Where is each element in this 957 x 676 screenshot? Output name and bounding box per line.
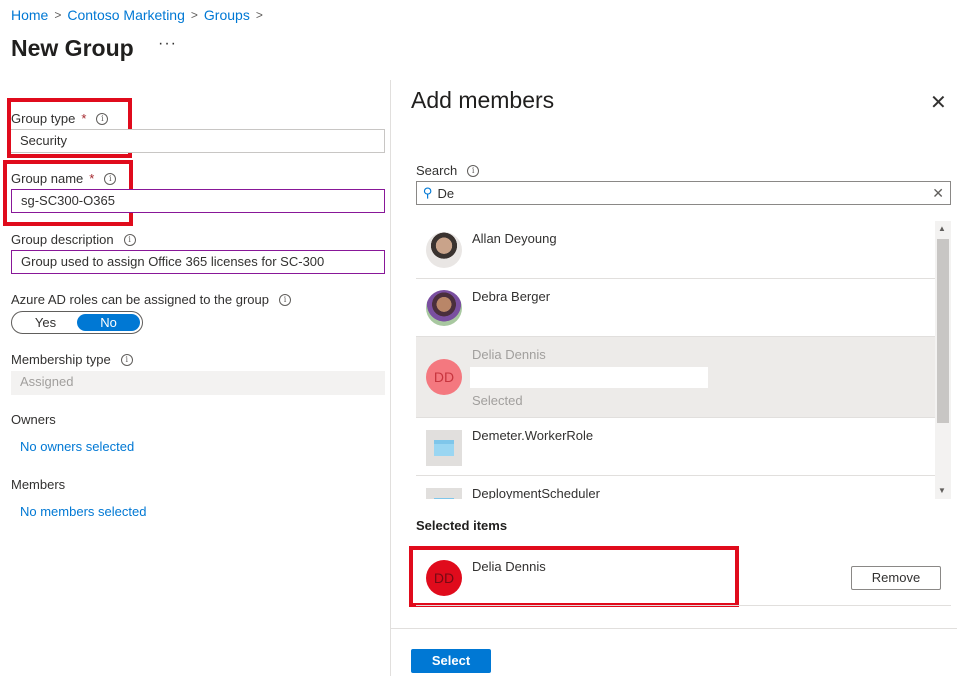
- members-label: Members: [11, 477, 66, 492]
- avatar: DD: [426, 560, 462, 596]
- results-scrollbar[interactable]: ▲ ▼: [935, 221, 951, 499]
- result-name: Allan Deyoung: [472, 231, 557, 246]
- panel-title: Add members: [411, 87, 555, 113]
- membership-type-select: Assigned: [11, 371, 385, 395]
- search-icon: ⚲: [423, 185, 433, 200]
- scroll-down-icon[interactable]: ▼: [938, 486, 946, 495]
- chevron-right-icon: >: [255, 8, 263, 22]
- group-name-label: Group name * i: [11, 171, 117, 186]
- breadcrumb-home[interactable]: Home: [11, 7, 48, 23]
- group-type-select[interactable]: Security: [11, 129, 385, 153]
- list-item-selected[interactable]: DD Delia Dennis Selected: [416, 337, 935, 418]
- app-icon: [426, 430, 462, 466]
- avatar: [426, 232, 462, 268]
- result-detail-blank: [470, 367, 708, 388]
- group-type-label: Group type * i: [11, 111, 109, 126]
- panel-divider: [390, 80, 391, 676]
- info-icon[interactable]: i: [104, 172, 117, 185]
- info-icon[interactable]: i: [279, 293, 291, 306]
- search-label: Search i: [416, 163, 480, 178]
- azure-ad-roles-toggle[interactable]: Yes No: [11, 311, 143, 334]
- clear-search-icon[interactable]: ✕: [932, 185, 944, 202]
- breadcrumb-groups[interactable]: Groups: [204, 7, 250, 23]
- result-name: Delia Dennis: [472, 347, 546, 362]
- list-item[interactable]: Debra Berger: [416, 279, 935, 337]
- no-owners-selected-link[interactable]: No owners selected: [20, 439, 134, 454]
- group-description-input[interactable]: Group used to assign Office 365 licenses…: [11, 250, 385, 274]
- toggle-no-option[interactable]: No: [77, 314, 140, 331]
- remove-button[interactable]: Remove: [851, 566, 941, 590]
- list-item[interactable]: DeploymentScheduler: [416, 476, 935, 499]
- result-name: Debra Berger: [472, 289, 551, 304]
- selected-item-name: Delia Dennis: [472, 559, 546, 574]
- scrollbar-thumb[interactable]: [937, 239, 949, 423]
- breadcrumb-contoso-marketing[interactable]: Contoso Marketing: [67, 7, 185, 23]
- close-icon[interactable]: ✕: [930, 90, 947, 115]
- no-members-selected-link[interactable]: No members selected: [20, 504, 146, 519]
- info-icon[interactable]: i: [467, 164, 480, 177]
- avatar: DD: [426, 359, 462, 395]
- search-value[interactable]: De: [438, 186, 455, 201]
- info-icon[interactable]: i: [96, 112, 109, 125]
- avatar: [426, 290, 462, 326]
- footer-divider: [391, 628, 957, 629]
- list-item[interactable]: Allan Deyoung: [416, 221, 935, 279]
- more-options-button[interactable]: ···: [158, 35, 177, 53]
- list-item[interactable]: Demeter.WorkerRole: [416, 418, 935, 476]
- toggle-yes-option[interactable]: Yes: [14, 314, 77, 331]
- owners-label: Owners: [11, 412, 56, 427]
- selected-items-heading: Selected items: [416, 518, 508, 533]
- group-description-label: Group description i: [11, 232, 136, 247]
- azure-ad-roles-label: Azure AD roles can be assigned to the gr…: [11, 292, 291, 307]
- select-button[interactable]: Select: [411, 649, 491, 673]
- membership-type-label: Membership type i: [11, 352, 133, 367]
- group-name-input[interactable]: sg-SC300-O365: [11, 189, 385, 213]
- search-results-list: Allan Deyoung Debra Berger DD Delia Denn…: [416, 221, 935, 499]
- search-input[interactable]: ⚲ De ✕: [416, 181, 951, 205]
- app-icon: [426, 488, 462, 499]
- page-title: New Group: [11, 35, 134, 61]
- breadcrumb: Home > Contoso Marketing > Groups >: [11, 7, 263, 23]
- result-name: DeploymentScheduler: [472, 486, 600, 499]
- info-icon[interactable]: i: [120, 353, 133, 366]
- scroll-up-icon[interactable]: ▲: [938, 224, 946, 233]
- chevron-right-icon: >: [54, 8, 62, 22]
- info-icon[interactable]: i: [123, 233, 136, 246]
- result-name: Demeter.WorkerRole: [472, 428, 594, 443]
- chevron-right-icon: >: [190, 8, 198, 22]
- selected-status: Selected: [472, 393, 523, 408]
